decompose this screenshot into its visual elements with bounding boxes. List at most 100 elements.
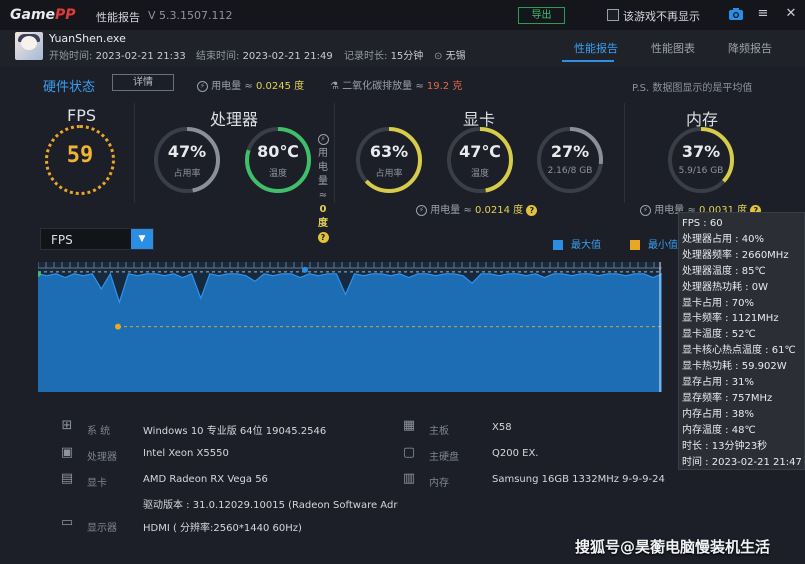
gpu-vram-gauge: 27% 2.16/8 GB	[535, 125, 605, 195]
os-value: Windows 10 专业版 64位 19045.2546	[143, 426, 327, 437]
windows-icon: ⊞	[61, 418, 73, 433]
tooltip-line: 显卡占用 : 70%	[682, 297, 754, 309]
tooltip-line: 内存温度 : 48℃	[682, 424, 756, 436]
co2-emission: ⚗ 二氧化碳排放量 ≈ 19.2 克	[330, 81, 463, 92]
gpu-value: AMD Radeon RX Vega 56	[143, 474, 268, 485]
cpu-power-text: ≈	[318, 190, 328, 201]
gpu-vram-value: 27%	[550, 142, 590, 161]
cpu-chip-icon: ▣	[60, 445, 74, 460]
exe-name: YuanShen.exe	[49, 32, 126, 45]
gpu-temp-gauge: 47℃ 温度	[445, 125, 515, 195]
hardware-status-title: 硬件状态	[43, 80, 96, 95]
hide-game-label: 该游戏不再显示	[623, 10, 700, 23]
active-tab-indicator	[562, 60, 614, 62]
chevron-down-icon[interactable]: ▼	[131, 229, 153, 249]
tooltip-line: 显卡温度 : 52℃	[682, 329, 756, 341]
power-icon: ⚡	[197, 80, 208, 92]
cpu-power-text: 用	[318, 148, 328, 159]
cpu-key: 处理器	[87, 452, 117, 463]
export-button[interactable]: 导出	[518, 7, 565, 24]
tooltip-line: 处理器热功耗 : 0W	[682, 281, 768, 293]
cpu-temp-label: 温度	[268, 169, 287, 179]
divider	[334, 103, 335, 203]
fps-chart[interactable]	[38, 262, 662, 392]
detail-button[interactable]: 详情	[112, 74, 174, 91]
memory-icon: ▥	[402, 471, 416, 486]
cpu-power-text: 电	[318, 162, 328, 173]
tooltip-line: 处理器频率 : 2660MHz	[682, 249, 789, 261]
tooltip-line: 显存频率 : 757MHz	[682, 392, 773, 404]
divider	[134, 103, 135, 203]
game-avatar	[15, 32, 43, 60]
help-icon[interactable]: ?	[317, 231, 329, 243]
cpu-temp-value: 80℃	[257, 142, 299, 161]
total-power: ⚡ 用电量 ≈ 0.0245 度	[197, 77, 304, 92]
gpu-usage-label: 占用率	[375, 169, 403, 179]
gpu-usage-gauge: 63% 占用率	[354, 125, 424, 195]
ram-value: Samsung 16GB 1332MHz 9-9-9-24	[492, 474, 665, 485]
tooltip-line: 内存占用 : 38%	[682, 408, 754, 420]
fps-value: 59	[66, 143, 94, 168]
average-note: P.S. 数据图显示的是平均值	[632, 83, 753, 94]
metric-select-value: FPS	[51, 233, 73, 247]
version-label: V 5.3.1507.112	[148, 9, 233, 22]
tooltip-line: 时间 : 2023-02-21 21:47	[682, 456, 802, 468]
tooltip-line: 处理器温度 : 85℃	[682, 265, 766, 277]
gpu-power: ⚡ 用电量 ≈ 0.0214 度 ?	[416, 201, 538, 216]
tooltip-line: 时长 : 13分钟23秒	[682, 440, 768, 452]
help-icon[interactable]: ?	[526, 204, 538, 216]
cpu-usage-gauge: 47% 占用率	[152, 125, 222, 195]
legend-min-swatch	[630, 240, 640, 250]
end-time: 结束时间: 2023-02-21 21:49	[196, 51, 333, 62]
close-icon[interactable]: ✕	[784, 6, 798, 22]
cpu-power: ⚡ 用 电 量 ≈ 0 度 ?	[312, 133, 334, 245]
disk-value: Q200 EX.	[492, 448, 539, 459]
power-icon: ⚡	[416, 204, 427, 216]
chart-tooltip: FPS : 60 处理器占用 : 40% 处理器频率 : 2660MHz 处理器温度 …	[678, 212, 805, 470]
disk-key: 主硬盘	[429, 452, 459, 463]
fps-area	[38, 273, 662, 392]
display-value: HDMI ( 分辨率:2560*1440 60Hz)	[143, 523, 302, 534]
max-marker	[302, 266, 308, 273]
watermark: 搜狐号@昊蘅电脑慢装机生活	[575, 538, 771, 556]
tooltip-line: 显卡频率 : 1121MHz	[682, 313, 779, 325]
location-pin-icon: ⊙	[434, 51, 443, 62]
tooltip-line: 显卡核心热点温度 : 61℃	[682, 345, 796, 357]
title-bar: GamePP 性能报告 V 5.3.1507.112 导出 该游戏不再显示 ≡ …	[0, 0, 805, 30]
gpu-temp-label: 温度	[470, 169, 489, 179]
monitor-icon: ▭	[60, 515, 74, 530]
gamepp-logo: GamePP	[10, 7, 76, 23]
board-key: 主板	[429, 426, 449, 437]
camera-icon[interactable]	[728, 7, 744, 21]
display-key: 显示器	[87, 523, 117, 534]
cpu-power-unit: 度	[318, 218, 328, 229]
cpu-usage-label: 占用率	[173, 169, 201, 179]
gamepp-window: GamePP 性能报告 V 5.3.1507.112 导出 该游戏不再显示 ≡ …	[0, 0, 805, 564]
fps-title: FPS	[67, 106, 97, 125]
legend-min: 最小值	[630, 236, 678, 251]
mem-usage-gauge: 37% 5.9/16 GB	[666, 125, 736, 195]
menu-icon[interactable]: ≡	[756, 6, 770, 22]
metric-select[interactable]: FPS ▼	[40, 228, 154, 250]
tooltip-line: 显卡热功耗 : 59.902W	[682, 361, 787, 373]
tab-performance-report[interactable]: 性能报告	[574, 40, 618, 56]
tooltip-line: FPS : 60	[682, 218, 723, 229]
cpu-usage-value: 47%	[167, 142, 207, 161]
tooltip-line: 处理器占用 : 40%	[682, 233, 764, 245]
tab-throttle-report[interactable]: 降频报告	[728, 40, 772, 56]
tab-performance-chart[interactable]: 性能图表	[651, 40, 695, 56]
gpu-card-icon: ▤	[60, 471, 74, 486]
cpu-power-value: 0	[319, 204, 327, 215]
cpu-power-text: 量	[318, 176, 328, 187]
gpu-key: 显卡	[87, 478, 107, 489]
mem-usage-label: 5.9/16 GB	[678, 166, 724, 176]
ram-key: 内存	[429, 478, 449, 489]
gpu-temp-value: 47℃	[459, 142, 501, 161]
legend-max: 最大值	[553, 236, 601, 251]
power-icon: ⚡	[317, 133, 329, 145]
start-time: 开始时间: 2023-02-21 21:33	[49, 51, 186, 62]
divider	[624, 103, 625, 203]
cpu-value: Intel Xeon X5550	[143, 448, 229, 459]
hide-game-checkbox[interactable]	[607, 9, 619, 21]
location: ⊙ 无锡	[434, 51, 466, 62]
